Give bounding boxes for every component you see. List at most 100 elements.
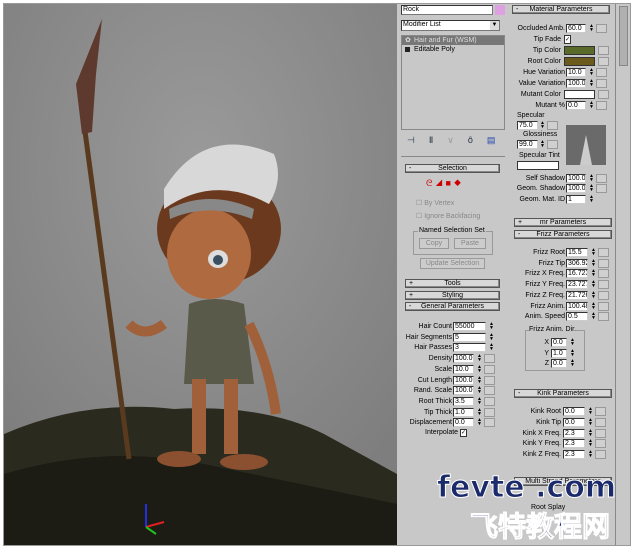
spinner-icon[interactable]: ▲ ▼	[591, 301, 596, 311]
spinner-icon[interactable]: ▲ ▼	[589, 195, 594, 204]
tip-fade-checkbox[interactable]: ✓	[564, 35, 572, 44]
spinner-icon[interactable]: ▲ ▼	[570, 359, 575, 368]
map-button[interactable]	[598, 280, 609, 290]
spinner-icon[interactable]: ▲ ▼	[540, 121, 545, 130]
rollout-selection[interactable]: - Selection	[405, 164, 500, 173]
paste-button[interactable]: Paste	[454, 238, 486, 249]
chevron-down-icon[interactable]: ▼	[490, 21, 499, 30]
spinner-icon[interactable]: ▲ ▼	[477, 375, 482, 385]
modifier-list-dropdown[interactable]: Modifier List ▼	[401, 20, 500, 31]
spinner-icon[interactable]: ▲ ▼	[589, 184, 594, 193]
value-variation-input[interactable]: 100.0	[566, 79, 586, 88]
spinner-icon[interactable]: ▲ ▼	[570, 338, 575, 347]
frizz-0-input[interactable]: 15.5	[566, 248, 588, 257]
frizz-4-input[interactable]: 21.726	[566, 290, 588, 300]
stack-item-editable-poly[interactable]: Editable Poly	[402, 45, 504, 54]
general-9-input[interactable]: 0.0	[453, 418, 474, 428]
map-button[interactable]	[598, 269, 609, 279]
rollout-frizz-parameters[interactable]: - Frizz Parameters	[514, 230, 612, 239]
stack-toolbar[interactable]: ⊣Ⅱ∨ȏ▤	[407, 135, 509, 146]
frizz-dir-2-input[interactable]: 0.0	[551, 359, 567, 368]
kink-2-input[interactable]: 2.3	[563, 428, 585, 438]
general-6-input[interactable]: 100.0	[453, 386, 474, 396]
frizz-3-input[interactable]: 23.727	[566, 280, 588, 290]
general-0-input[interactable]: 55000	[453, 322, 486, 331]
panel-scrollbar[interactable]	[615, 4, 630, 545]
scrollbar-thumb[interactable]	[619, 6, 628, 66]
rollout-styling[interactable]: + Styling	[405, 291, 500, 300]
object-color-swatch[interactable]	[495, 5, 505, 15]
general-8-input[interactable]: 1.0	[453, 407, 474, 417]
spinner-icon[interactable]: ▲ ▼	[477, 396, 482, 406]
kink-4-input[interactable]: 2.3	[563, 450, 585, 460]
pin-stack-icon[interactable]: ⊣	[407, 135, 429, 145]
spinner-icon[interactable]: ▲ ▼	[489, 322, 494, 331]
general-2-input[interactable]: 3	[453, 343, 486, 353]
map-button[interactable]	[598, 258, 609, 268]
map-button[interactable]	[598, 301, 609, 311]
frizz-5-input[interactable]: 100.48	[566, 301, 588, 311]
rollout-mr-parameters[interactable]: + mr Parameters	[514, 218, 612, 227]
spinner-icon[interactable]: ▲ ▼	[589, 101, 594, 110]
face-icon[interactable]: ◢	[435, 178, 445, 188]
map-button[interactable]	[598, 46, 609, 55]
spinner-icon[interactable]: ▲ ▼	[477, 354, 482, 363]
map-button[interactable]	[598, 57, 609, 66]
geom-mat-id-input[interactable]: 1	[566, 195, 586, 204]
spinner-icon[interactable]: ▲ ▼	[588, 428, 593, 438]
map-button[interactable]	[595, 417, 606, 427]
map-button[interactable]	[595, 450, 606, 460]
map-button[interactable]	[484, 375, 495, 385]
spinner-icon[interactable]: ▲ ▼	[489, 343, 494, 352]
map-button[interactable]	[598, 248, 609, 257]
general-5-input[interactable]: 100.0	[453, 375, 474, 385]
frizz-dir-1-input[interactable]: 1.0	[551, 348, 567, 358]
map-button[interactable]	[596, 79, 607, 88]
spinner-icon[interactable]: ▲ ▼	[489, 332, 494, 342]
map-button[interactable]	[547, 140, 558, 149]
geom-shadow-input[interactable]: 100.0	[566, 184, 586, 193]
perspective-viewport[interactable]	[4, 4, 397, 545]
occluded-amb-input[interactable]: 60.0	[566, 24, 586, 33]
specular-input[interactable]: 75.0	[517, 121, 538, 130]
frizz-dir-0-input[interactable]: 0.0	[551, 338, 567, 347]
remove-modifier-icon[interactable]: ȏ	[468, 135, 487, 145]
map-button[interactable]	[595, 439, 606, 449]
stack-item-hair-and-fur[interactable]: ✿ Hair and Fur (WSM)	[402, 36, 504, 45]
make-unique-icon[interactable]: ∨	[447, 135, 468, 145]
map-button[interactable]	[547, 121, 558, 130]
element-icon[interactable]: ◆	[454, 178, 464, 188]
map-button[interactable]	[598, 290, 609, 300]
general-7-input[interactable]: 3.5	[453, 396, 474, 406]
map-button[interactable]	[484, 354, 495, 364]
spinner-icon[interactable]: ▲ ▼	[477, 364, 482, 374]
map-button[interactable]	[596, 68, 607, 77]
configure-sets-icon[interactable]: ▤	[487, 135, 510, 145]
polygon-icon[interactable]: ■	[446, 178, 454, 188]
root-color-swatch[interactable]	[564, 57, 595, 66]
map-button[interactable]	[484, 407, 495, 417]
spinner-icon[interactable]: ▲ ▼	[588, 439, 593, 448]
mutant-color-swatch[interactable]	[564, 90, 595, 99]
map-button[interactable]	[484, 364, 495, 374]
map-button[interactable]	[484, 396, 495, 406]
general-3-input[interactable]: 100.0	[453, 354, 474, 364]
spinner-icon[interactable]: ▲ ▼	[477, 386, 482, 395]
spinner-icon[interactable]: ▲ ▼	[477, 407, 482, 417]
rollout-kink-parameters[interactable]: - Kink Parameters	[514, 389, 612, 398]
kink-3-input[interactable]: 2.3	[563, 439, 585, 449]
self-shadow-input[interactable]: 100.0	[566, 174, 586, 183]
general-4-input[interactable]: 10.0	[453, 364, 474, 374]
hue-variation-input[interactable]: 10.0	[566, 68, 586, 77]
by-vertex-checkbox[interactable]: ☐ By Vertex	[416, 199, 454, 207]
map-button[interactable]	[595, 428, 606, 438]
glossiness-input[interactable]: 99.0	[517, 140, 538, 149]
guide-icon[interactable]: ᘓ	[426, 178, 435, 188]
object-name-field[interactable]: Rock	[401, 5, 493, 15]
spinner-icon[interactable]: ▲ ▼	[540, 140, 545, 149]
map-button[interactable]	[596, 24, 607, 33]
spinner-icon[interactable]: ▲ ▼	[477, 418, 482, 427]
interpolate-checkbox[interactable]: Interpolate ✓	[425, 429, 468, 437]
spinner-icon[interactable]: ▲ ▼	[588, 450, 593, 459]
spinner-icon[interactable]: ▲ ▼	[589, 24, 594, 33]
